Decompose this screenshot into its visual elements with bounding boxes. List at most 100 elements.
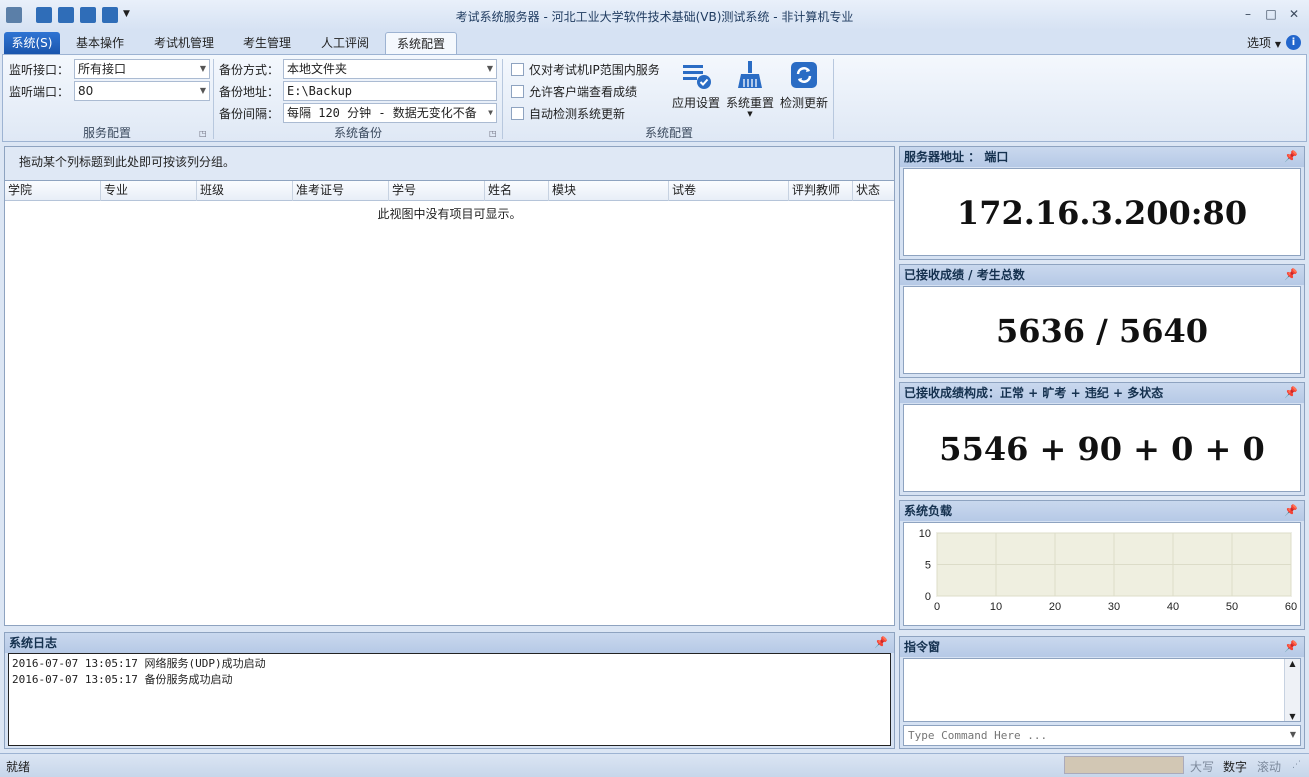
column-header-major[interactable]: 专业	[101, 181, 197, 201]
backup-addr-label: 备份地址：	[219, 85, 280, 99]
dialog-launcher-icon[interactable]: ◳	[489, 129, 497, 138]
x-tick-label: 30	[1108, 601, 1120, 613]
results-grid[interactable]: 拖动某个列标题到此处即可按该列分组。 学院 专业 班级 准考证号 学号 姓名 模…	[4, 146, 895, 626]
group-separator	[502, 59, 503, 139]
tab-students[interactable]: 考生管理	[232, 32, 302, 54]
ip-range-checkbox[interactable]	[511, 63, 524, 76]
iface-value: 所有接口	[78, 62, 127, 76]
pin-icon[interactable]: 📌	[874, 633, 888, 653]
command-output[interactable]: ▲ ▼	[903, 658, 1301, 722]
system-load-title: 系统负载	[904, 504, 953, 518]
column-header-name[interactable]: 姓名	[485, 181, 549, 201]
column-header-class[interactable]: 班级	[197, 181, 293, 201]
iface-label: 监听接口：	[9, 63, 70, 77]
port-label: 监听端口：	[9, 85, 70, 99]
pin-icon[interactable]: 📌	[1284, 147, 1298, 167]
ribbon-panel: 监听接口： 所有接口 ▼ 监听端口： 80 ▼ 服务配置 ◳ 备份方式： 本地文件夹…	[2, 54, 1307, 142]
column-header-ticket-no[interactable]: 准考证号	[293, 181, 389, 201]
group-separator	[213, 59, 214, 139]
sync-icon	[791, 62, 817, 88]
pin-icon[interactable]: 📌	[1284, 383, 1298, 403]
chevron-down-icon: ▼	[199, 64, 206, 73]
ribbon-tabs: 系统(S) 基本操作 考试机管理 考生管理 人工评阅 系统配置 选项 ▼ i	[0, 30, 1309, 54]
tab-manual-review[interactable]: 人工评阅	[310, 32, 380, 54]
column-header-college[interactable]: 学院	[5, 181, 101, 201]
status-text: 就绪	[6, 760, 31, 774]
server-address-panel: 服务器地址 ： 端口 📌 172.16.3.200:80	[899, 146, 1305, 260]
received-scores-panel: 已接收成绩 / 考生总数 📌 5636 / 5640	[899, 264, 1305, 378]
column-header-paper[interactable]: 试卷	[669, 181, 789, 201]
close-button[interactable]: ✕	[1283, 6, 1305, 22]
apply-settings-icon	[683, 65, 711, 89]
minimize-button[interactable]: –	[1237, 6, 1259, 22]
column-header-status[interactable]: 状态	[853, 181, 894, 201]
backup-interval-label: 备份间隔：	[219, 107, 280, 121]
column-headers: 学院 专业 班级 准考证号 学号 姓名 模块 试卷 评判教师 状态	[5, 181, 894, 201]
y-tick-label: 0	[925, 591, 931, 603]
options-label: 选项	[1247, 36, 1272, 50]
group-label-config: 系统配置	[644, 126, 693, 140]
broom-icon	[738, 61, 762, 88]
system-load-header: 系统负载 📌	[900, 501, 1304, 521]
auto-update-checkbox[interactable]	[511, 107, 524, 120]
check-update-button[interactable]: 检测更新	[777, 59, 831, 111]
client-score-checkbox[interactable]	[511, 85, 524, 98]
chevron-down-icon: ▼	[199, 86, 206, 95]
apply-settings-label: 应用设置	[671, 96, 720, 110]
backup-addr-input[interactable]: E:\Backup	[283, 81, 497, 101]
maximize-button[interactable]: □	[1260, 6, 1282, 22]
pin-icon[interactable]: 📌	[1284, 265, 1298, 285]
group-label-backup: 系统备份	[333, 126, 382, 140]
column-header-module[interactable]: 模块	[549, 181, 669, 201]
help-icon[interactable]: i	[1286, 35, 1301, 50]
system-log-panel: 系统日志 📌 2016-07-07 13:05:17 网络服务(UDP)成功启动 …	[4, 632, 895, 749]
options-menu[interactable]: 选项 ▼	[1247, 34, 1281, 51]
tab-exam-machines[interactable]: 考试机管理	[144, 32, 224, 54]
window-title: 考试系统服务器 - 河北工业大学软件技术基础(VB)测试系统 - 非计算机专业	[455, 10, 854, 24]
y-tick-label: 10	[919, 528, 931, 540]
command-input[interactable]	[904, 726, 1284, 745]
score-composition-panel: 已接收成绩构成：正常 + 旷考 + 违纪 + 多状态 📌 5546 + 90 + …	[899, 382, 1305, 496]
score-composition-header: 已接收成绩构成：正常 + 旷考 + 违纪 + 多状态 📌	[900, 383, 1304, 403]
tab-system[interactable]: 系统(S)	[4, 32, 60, 54]
pin-icon[interactable]: 📌	[1284, 637, 1298, 657]
column-header-student-id[interactable]: 学号	[389, 181, 485, 201]
tab-system-config[interactable]: 系统配置	[385, 32, 457, 54]
ip-range-label: 仅对考试机IP范围内服务	[529, 63, 660, 77]
empty-grid-message: 此视图中没有项目可显示。	[377, 207, 522, 221]
score-composition-value: 5546 + 90 + 0 + 0	[903, 404, 1301, 492]
iface-select[interactable]: 所有接口 ▼	[74, 59, 210, 79]
group-by-bar[interactable]: 拖动某个列标题到此处即可按该列分组。	[5, 147, 894, 181]
log-line: 2016-07-07 13:05:17 备份服务成功启动	[12, 673, 233, 686]
received-scores-value: 5636 / 5640	[903, 286, 1301, 374]
command-header: 指令窗 📌	[900, 637, 1304, 657]
backup-mode-select[interactable]: 本地文件夹 ▼	[283, 59, 497, 79]
title-bar: ▼ 考试系统服务器 - 河北工业大学软件技术基础(VB)测试系统 - 非计算机专…	[0, 0, 1309, 30]
scroll-up-icon[interactable]: ▲	[1285, 659, 1300, 668]
status-progress	[1064, 756, 1184, 774]
chevron-down-icon: ▼	[747, 110, 753, 118]
x-tick-label: 0	[934, 601, 940, 613]
system-reset-label: 系统重置	[725, 96, 774, 110]
port-value: 80	[78, 84, 94, 98]
column-header-teacher[interactable]: 评判教师	[789, 181, 853, 201]
x-tick-label: 40	[1167, 601, 1179, 613]
system-reset-button[interactable]: 系统重置 ▼	[723, 59, 777, 118]
system-load-panel: 系统负载 📌 0 10 20 30 40 50 60 0 5 10	[899, 500, 1305, 630]
tab-basic[interactable]: 基本操作	[66, 32, 134, 54]
resize-grip-icon[interactable]: ⋰	[1292, 760, 1301, 770]
numlock-indicator: 数字	[1223, 760, 1248, 774]
scroll-down-icon[interactable]: ▼	[1285, 712, 1300, 721]
y-tick-label: 5	[925, 560, 931, 572]
backup-interval-select[interactable]: 每隔 120 分钟 - 数据无变化不备 ▼	[283, 103, 497, 123]
chevron-down-icon: ▼	[488, 104, 493, 122]
command-scrollbar[interactable]: ▲ ▼	[1284, 659, 1300, 721]
chevron-down-icon[interactable]: ▼	[1290, 730, 1296, 739]
score-composition-title: 已接收成绩构成：正常 + 旷考 + 违纪 + 多状态	[904, 386, 1164, 400]
port-select[interactable]: 80 ▼	[74, 81, 210, 101]
pin-icon[interactable]: 📌	[1284, 501, 1298, 521]
apply-settings-button[interactable]: 应用设置	[669, 59, 723, 111]
command-input-box[interactable]: ▼	[903, 725, 1301, 746]
dialog-launcher-icon[interactable]: ◳	[199, 129, 207, 138]
system-log-text[interactable]: 2016-07-07 13:05:17 网络服务(UDP)成功启动 2016-0…	[8, 653, 891, 746]
